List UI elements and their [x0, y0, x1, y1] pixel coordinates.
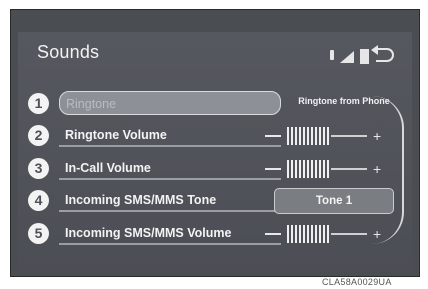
image-code: CLA58A0029UA: [322, 277, 392, 287]
list-item-ringtone[interactable]: 1 Ringtone Ringtone from Phone: [28, 91, 398, 117]
volume-rest: [331, 233, 367, 235]
volume-track[interactable]: [287, 225, 367, 243]
back-arrow-head: [371, 45, 378, 55]
page-title: Sounds: [37, 42, 100, 62]
list-item-ringtone-volume: 2 Ringtone Volume +: [28, 123, 398, 149]
list-item-sms-tone: 4 Incoming SMS/MMS Tone Tone 1: [28, 188, 398, 214]
item-number-badge: 2: [28, 125, 49, 146]
volume-rest: [331, 168, 367, 170]
volume-fill: [287, 160, 331, 178]
list-item-in-call-volume: 3 In-Call Volume +: [28, 156, 398, 182]
item-number-badge: 1: [28, 93, 49, 114]
volume-track[interactable]: [287, 160, 367, 178]
status-bar: [330, 45, 410, 66]
volume-down-button[interactable]: [265, 168, 281, 170]
item-number-badge: 5: [28, 223, 49, 244]
volume-track[interactable]: [287, 127, 367, 145]
ringtone-button[interactable]: Ringtone: [59, 91, 281, 115]
sms-tone-label: Incoming SMS/MMS Tone: [59, 188, 281, 212]
in-call-volume-label: In-Call Volume: [59, 156, 281, 180]
signal-strength-icon: [340, 51, 354, 63]
back-arrow-icon[interactable]: [376, 48, 394, 62]
list-item-sms-volume: 5 Incoming SMS/MMS Volume +: [28, 221, 398, 247]
item-number-badge: 4: [28, 190, 49, 211]
scroll-indicator[interactable]: [372, 96, 404, 244]
item-number-badge: 3: [28, 158, 49, 179]
sms-volume-label: Incoming SMS/MMS Volume: [59, 221, 281, 245]
ringtone-volume-label: Ringtone Volume: [59, 123, 281, 147]
battery-icon: [360, 49, 369, 64]
bluetooth-icon: [330, 50, 334, 60]
volume-rest: [331, 135, 367, 137]
volume-down-button[interactable]: [265, 135, 281, 137]
volume-down-button[interactable]: [265, 233, 281, 235]
volume-fill: [287, 225, 331, 243]
volume-fill: [287, 127, 331, 145]
